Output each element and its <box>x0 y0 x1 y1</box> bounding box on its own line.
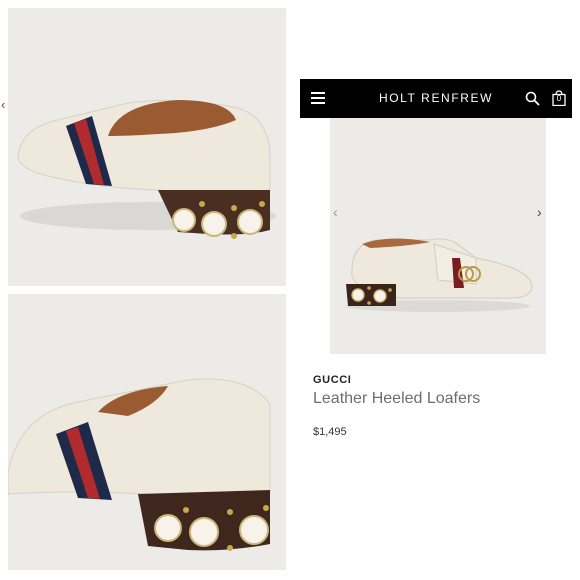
product-photo-heel-view <box>8 8 286 286</box>
product-name: Leather Heeled Loafers <box>313 390 481 407</box>
site-header: HOLT RENFREW 0 <box>300 79 572 118</box>
product-designer[interactable]: GUCCI <box>313 374 351 386</box>
loafer-closeup-illustration <box>8 294 286 570</box>
product-price: $1,495 <box>313 426 347 438</box>
product-image[interactable] <box>330 118 546 354</box>
loafer-heel-illustration <box>8 8 286 286</box>
product-photo-heel-closeup <box>8 294 286 570</box>
search-icon[interactable] <box>525 91 540 106</box>
shopping-bag-icon[interactable]: 0 <box>552 90 566 106</box>
bag-count: 0 <box>556 94 562 103</box>
carousel-prev-chevron-left-icon[interactable]: ‹ <box>333 205 338 219</box>
loafer-side-illustration <box>330 118 546 354</box>
carousel-next-chevron-right-icon[interactable]: › <box>537 205 542 219</box>
chevron-left-icon: ‹ <box>1 97 6 112</box>
